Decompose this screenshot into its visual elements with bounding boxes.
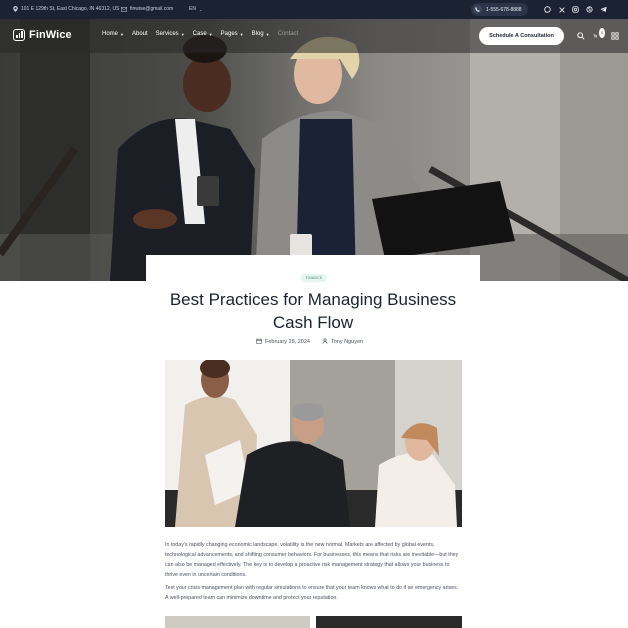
gallery-image-right (316, 616, 462, 628)
main-nav: Home ▼ About Services ▼ Case ▼ Pages ▼ Blog ▼… (102, 31, 298, 37)
telegram-icon[interactable] (599, 5, 608, 14)
address-info: 101 E 129th St, East Chicago, IN 46312, … (13, 6, 119, 12)
whatsapp-icon[interactable] (543, 5, 552, 14)
nav-label: Contact (277, 31, 299, 37)
schedule-consultation-button[interactable]: Schedule A Consultation (479, 27, 564, 45)
instagram-icon[interactable] (571, 5, 580, 14)
cart-icon[interactable]: 0 (593, 28, 605, 41)
nav-item-about[interactable]: About (132, 31, 148, 37)
logo-text: FinWice (29, 29, 72, 41)
header-actions: 0 (576, 28, 620, 41)
author-name: Tony Nguyen (330, 339, 364, 345)
article-date: February 28, 2024 (256, 338, 310, 346)
chevron-down-icon: ⌄ (198, 6, 203, 12)
location-icon (13, 6, 18, 12)
nav-item-blog[interactable]: Blog ▼ (252, 31, 270, 37)
phone-number: 1-555-678-8888 (486, 6, 522, 13)
search-icon[interactable] (576, 31, 586, 41)
nav-item-home[interactable]: Home ▼ (102, 31, 124, 37)
phone-pill[interactable]: 1-555-678-8888 (471, 3, 528, 16)
nav-item-contact[interactable]: Contact (278, 31, 299, 37)
email-text: finwise@gmail.com (130, 6, 174, 12)
mail-icon (121, 6, 127, 12)
top-bar: 101 E 129th St, East Chicago, IN 46312, … (0, 0, 628, 19)
office-meeting-illustration (165, 360, 462, 527)
date-text: February 28, 2024 (265, 339, 310, 345)
hero-photo-illustration (0, 19, 628, 281)
article-author[interactable]: Tony Nguyen (322, 338, 363, 346)
article-image (165, 360, 462, 527)
chevron-down-icon: ▼ (265, 31, 270, 37)
phone-icon (473, 5, 482, 14)
nav-label: Home (102, 31, 119, 37)
logo-chart-icon (13, 29, 25, 41)
article-meta: February 28, 2024 Tony Nguyen (256, 338, 363, 346)
x-icon[interactable] (557, 5, 566, 14)
chevron-down-icon: ▼ (239, 31, 244, 37)
article-paragraph: Test your crisis management plan with re… (165, 585, 459, 601)
calendar-icon (256, 338, 262, 346)
social-links (543, 5, 608, 14)
skype-icon[interactable] (585, 5, 594, 14)
nav-label: Pages (220, 31, 238, 37)
language-selector[interactable]: EN ⌄ (189, 6, 202, 12)
grid-menu-icon[interactable] (610, 31, 620, 41)
chevron-down-icon: ▼ (180, 31, 185, 37)
category-badge[interactable]: FINANCE (301, 274, 327, 282)
chevron-down-icon: ▼ (120, 31, 124, 37)
nav-item-services[interactable]: Services ▼ (156, 31, 185, 37)
logo[interactable]: FinWice (13, 29, 72, 41)
nav-item-case[interactable]: Case ▼ (193, 31, 213, 37)
nav-label: About (131, 31, 148, 37)
hero-image (0, 19, 628, 281)
address-text: 101 E 129th St, East Chicago, IN 46312, … (21, 6, 120, 12)
nav-item-pages[interactable]: Pages ▼ (221, 31, 244, 37)
chevron-down-icon: ▼ (208, 31, 213, 37)
nav-label: Case (192, 31, 207, 37)
nav-label: Blog (251, 31, 264, 37)
cart-count-badge: 0 (599, 28, 605, 38)
article-paragraph: In today's rapidly changing economic lan… (165, 542, 459, 578)
language-text: EN (189, 6, 196, 12)
user-icon (322, 338, 328, 346)
gallery-image-left (165, 616, 310, 628)
email-info[interactable]: finwise@gmail.com (121, 6, 173, 12)
nav-label: Services (155, 31, 179, 37)
article-title: Best Practices for Managing Business Cas… (169, 290, 457, 332)
